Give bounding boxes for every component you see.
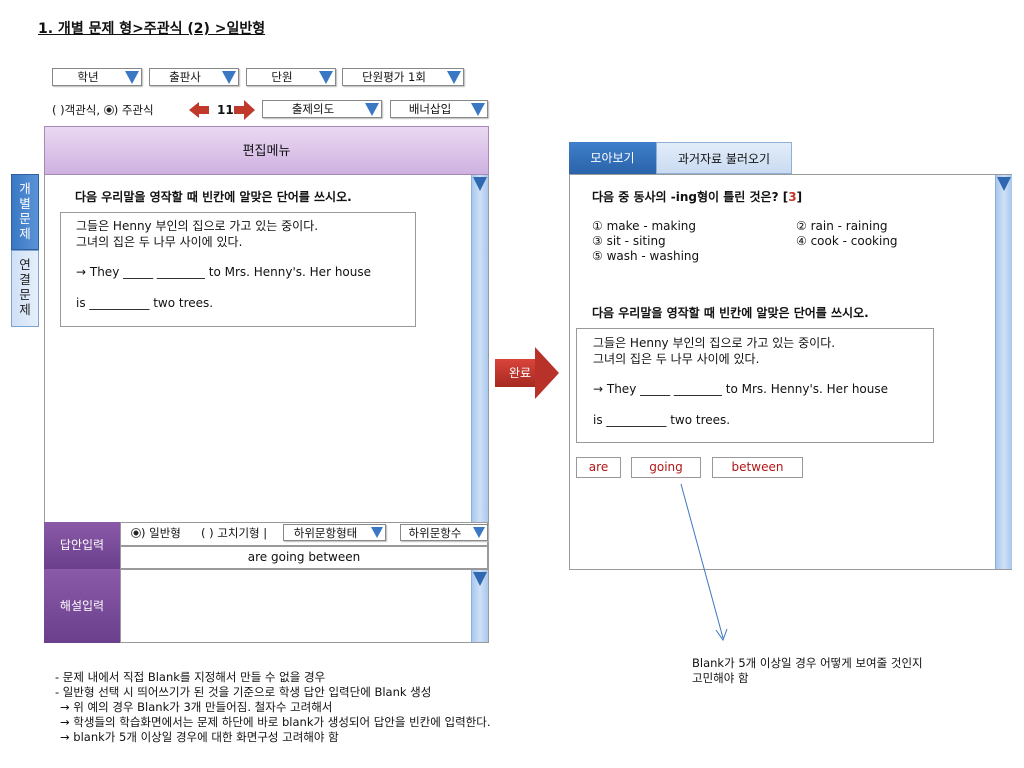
chevron-down-icon (222, 71, 236, 84)
radio-selected-icon (131, 528, 141, 538)
preview-option-2[interactable]: ② rain - raining (796, 219, 888, 234)
arrow-left-shaft (199, 106, 209, 114)
arrow-left-icon (189, 102, 199, 118)
preview-english-line1: → They _____ ________ to Mrs. Henny's. H… (593, 382, 889, 396)
chevron-down-icon (319, 71, 333, 84)
explanation-input-label: 해설입력 (44, 569, 120, 643)
tab-load-past-data[interactable]: 과거자료 불러오기 (656, 142, 792, 174)
question-number: 11 (217, 103, 234, 117)
sub-form-select[interactable]: 하위문항형태 (283, 524, 386, 541)
preview-option-4[interactable]: ④ cook - cooking (796, 234, 898, 249)
sub-count-label: 하위문항수 (408, 526, 462, 540)
annotation-pointer (680, 483, 728, 642)
tab-individual-label: 개별문제 (19, 181, 31, 241)
sub-count-select[interactable]: 하위문항수 (400, 524, 488, 541)
annotation-line1: Blank가 5개 이상일 경우 어떻게 보여줄 것인지 (692, 656, 923, 670)
annotation-note: Blank가 5개 이상일 경우 어떻게 보여줄 것인지 고민해야 함 (692, 656, 923, 686)
preview-option-3[interactable]: ③ sit - siting (592, 234, 666, 249)
preview-q1-answer-close: ] (796, 190, 803, 204)
general-type-label: ) 일반형 (141, 526, 181, 540)
chevron-down-icon (371, 527, 383, 538)
editor-english-line1: → They _____ ________ to Mrs. Henny's. H… (76, 265, 372, 279)
scroll-down-icon (473, 572, 487, 586)
note-line: → 학생들의 학습화면에서는 문제 하단에 바로 blank가 생성되어 답안을… (60, 715, 491, 729)
preview-english-line2: is __________ two trees. (593, 413, 731, 427)
tab-individual-question[interactable]: 개별문제 (11, 174, 39, 250)
chevron-down-icon (447, 71, 461, 84)
unit-select-label: 단원 (271, 70, 293, 84)
preview-q1-answer: 3 (788, 190, 797, 204)
arrow-right-shaft (234, 106, 244, 114)
publisher-select-label: 출판사 (169, 70, 201, 84)
preview-option-5[interactable]: ⑤ wash - washing (592, 249, 699, 264)
explanation-input-field[interactable] (120, 569, 488, 643)
chevron-down-icon (473, 527, 485, 538)
preview-scrollbar[interactable] (995, 175, 1012, 569)
publisher-select[interactable]: 출판사 (149, 68, 239, 86)
unit-eval-select-label: 단원평가 1회 (362, 70, 426, 84)
next-question-button[interactable] (234, 100, 256, 120)
chevron-down-icon (125, 71, 139, 84)
unit-eval-select[interactable]: 단원평가 1회 (342, 68, 464, 86)
prev-question-button[interactable] (189, 102, 215, 118)
explanation-scrollbar[interactable] (471, 570, 488, 642)
preview-korean-line2: 그녀의 집은 두 나무 사이에 있다. (593, 352, 760, 366)
grade-select-label: 학년 (77, 70, 99, 84)
intent-select-label: 출제의도 (291, 102, 335, 116)
scroll-down-icon (473, 177, 487, 191)
note-line: → 위 예의 경우 Blank가 3개 만들어짐. 철자수 고려해서 (60, 700, 333, 714)
preview-q1: 다음 중 동사의 -ing형이 틀린 것은? [3] (592, 188, 802, 205)
note-line: - 일반형 선택 시 띄어쓰기가 된 것을 기준으로 학생 답안 입력단에 Bl… (55, 685, 432, 699)
chevron-down-icon (471, 103, 485, 116)
answer-chip[interactable]: going (631, 457, 701, 478)
answer-chip[interactable]: between (712, 457, 803, 478)
grade-select[interactable]: 학년 (52, 68, 142, 86)
preview-q1-text: 다음 중 동사의 -ing형이 틀린 것은? (592, 190, 779, 204)
chevron-down-icon (365, 103, 379, 116)
editor-korean-line2: 그녀의 집은 두 나무 사이에 있다. (76, 235, 243, 249)
banner-select-label: 배너삽입 (408, 102, 452, 116)
tab-collection-view[interactable]: 모아보기 (569, 142, 656, 174)
unit-select[interactable]: 단원 (246, 68, 336, 86)
page-title: 1. 개별 문제 형>주관식 (2) >일반형 (38, 21, 266, 37)
editor-scrollbar[interactable] (471, 175, 488, 522)
notes: - 문제 내에서 직접 Blank를 지정해서 만들 수 없을 경우 - 일반형… (55, 670, 490, 745)
scroll-down-icon (997, 177, 1011, 191)
fix-type-option[interactable]: ( ) 고치기형 | (201, 523, 267, 543)
answer-input-label: 답안입력 (44, 522, 120, 569)
note-line: → blank가 5개 이상일 경우에 대한 화면구성 고려해야 함 (60, 730, 339, 744)
editor-korean-line1: 그들은 Henny 부인의 집으로 가고 있는 중이다. (76, 219, 319, 233)
complete-button[interactable]: 완료 (495, 347, 563, 399)
answer-chip[interactable]: are (576, 457, 621, 478)
preview-passage-box: 그들은 Henny 부인의 집으로 가고 있는 중이다. 그녀의 집은 두 나무… (576, 328, 934, 443)
objective-radio-label[interactable]: ( )객관식, (52, 103, 100, 117)
editor-passage-box[interactable]: 그들은 Henny 부인의 집으로 가고 있는 중이다. 그녀의 집은 두 나무… (60, 212, 416, 327)
editor-question-text[interactable]: 다음 우리말을 영작할 때 빈칸에 알맞은 단어를 쓰시오. (75, 188, 352, 205)
edit-menu-bar[interactable]: 편집메뉴 (44, 126, 489, 175)
editor-english-line2: is __________ two trees. (76, 296, 214, 310)
sub-form-label: 하위문항형태 (293, 526, 358, 540)
preview-option-1[interactable]: ① make - making (592, 219, 696, 234)
arrow-right-icon (244, 100, 255, 120)
annotation-line2: 고민해야 함 (692, 671, 749, 685)
tab-linked-label: 연결문제 (19, 257, 31, 317)
banner-select[interactable]: 배너삽입 (390, 100, 488, 118)
subjective-radio-label[interactable]: ) 주관식 (114, 103, 154, 117)
answer-type-bar: ) 일반형 ( ) 고치기형 | 하위문항형태 하위문항수 (120, 522, 488, 546)
preview-q2-text: 다음 우리말을 영작할 때 빈칸에 알맞은 단어를 쓰시오. (592, 306, 869, 320)
edit-menu-title: 편집메뉴 (242, 144, 291, 159)
intent-select[interactable]: 출제의도 (262, 100, 382, 118)
tab-linked-question[interactable]: 연결문제 (11, 250, 39, 327)
radio-selected-icon[interactable] (103, 105, 114, 115)
general-type-option[interactable]: ) 일반형 (131, 523, 181, 543)
note-line: - 문제 내에서 직접 Blank를 지정해서 만들 수 없을 경우 (55, 670, 326, 684)
question-type-row: ( )객관식, ) 주관식 (52, 102, 154, 118)
answer-input-field[interactable]: are going between (120, 546, 488, 569)
complete-button-label: 완료 (508, 366, 532, 380)
preview-korean-line1: 그들은 Henny 부인의 집으로 가고 있는 중이다. (593, 336, 836, 350)
